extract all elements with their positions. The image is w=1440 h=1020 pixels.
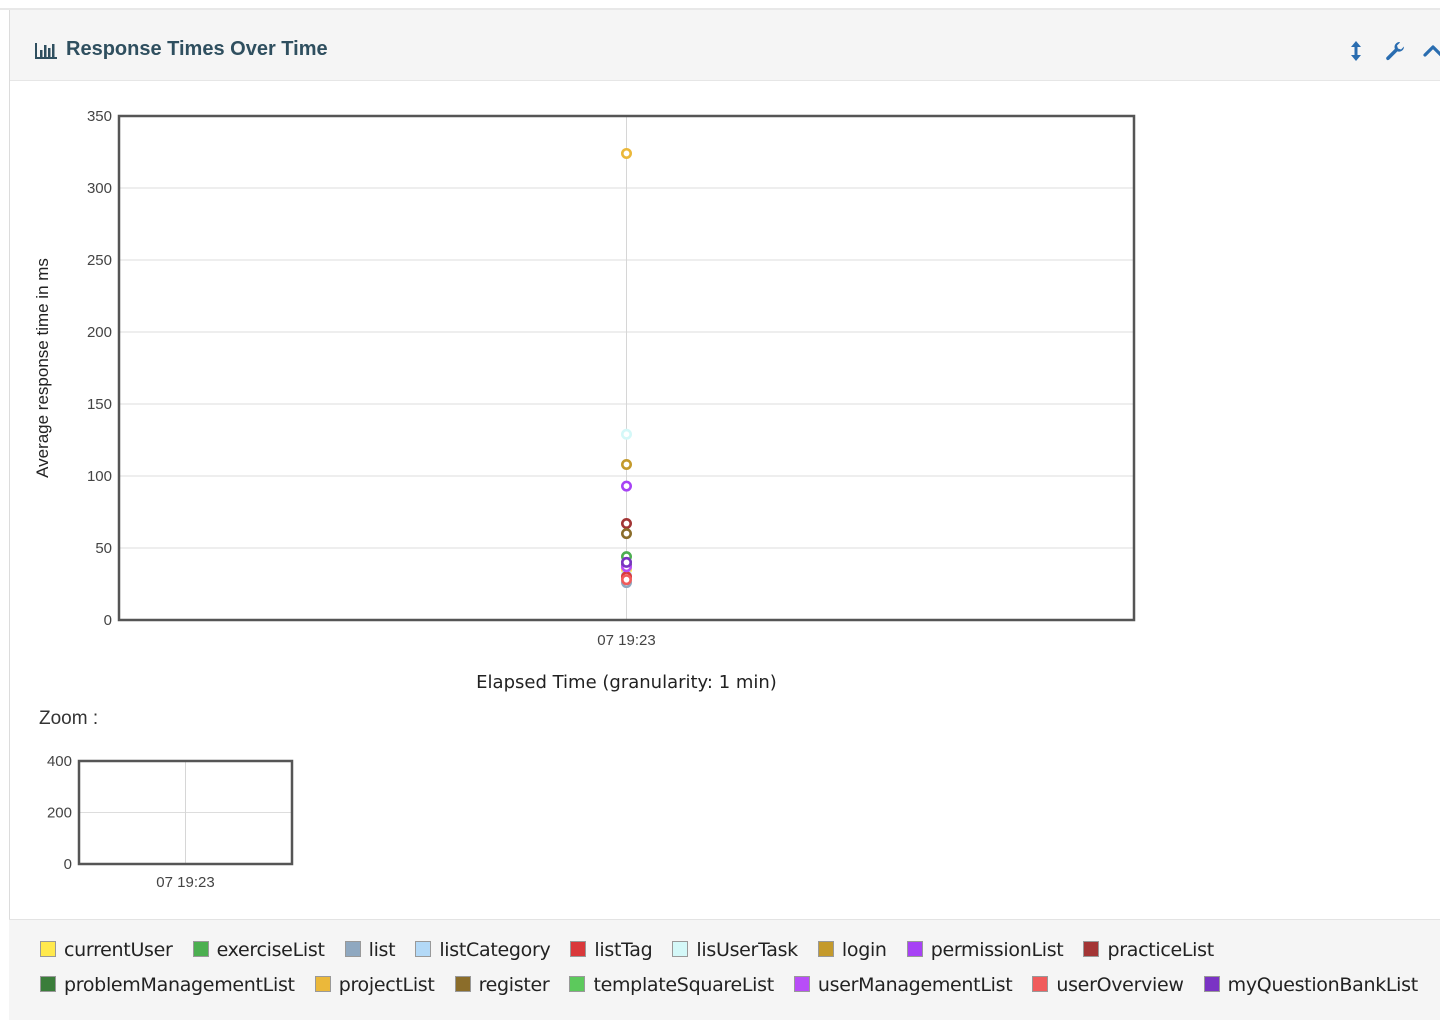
zoom-label: Zoom :: [39, 708, 99, 729]
data-point: [620, 458, 632, 470]
legend-swatch: [314, 976, 331, 992]
y-tick-label: 100: [87, 468, 112, 485]
x-axis-label: Elapsed Time (granularity: 1 min): [476, 672, 777, 693]
legend-item[interactable]: lisUserTask: [672, 939, 798, 961]
zoom-chart[interactable]: 0 200 400 07 19:23: [47, 753, 294, 891]
legend-item[interactable]: currentUser: [40, 939, 173, 961]
legend-item[interactable]: userManagementList: [793, 974, 1013, 996]
data-point: [620, 528, 632, 540]
legend-label: myQuestionBankList: [1227, 974, 1419, 996]
legend-swatch: [1083, 941, 1100, 957]
data-point: [620, 518, 632, 530]
legend-swatch: [906, 941, 923, 957]
legend-label: permissionList: [930, 939, 1064, 961]
legend-label: templateSquareList: [593, 974, 774, 996]
legend-label: practiceList: [1107, 939, 1214, 961]
legend-row: problemManagementList projectList register…: [40, 974, 1438, 996]
legend-item[interactable]: login: [817, 939, 887, 961]
y-tick-label: 200: [87, 324, 112, 341]
y-tick-label: 0: [104, 612, 112, 629]
y-tick-label: 50: [95, 540, 112, 557]
legend-item[interactable]: listTag: [570, 939, 653, 961]
zoom-y-tick-label: 0: [64, 856, 72, 873]
legend-swatch: [817, 941, 834, 957]
data-point: [620, 480, 632, 492]
data-point: [620, 574, 632, 586]
legend-label: login: [841, 939, 887, 961]
legend-item[interactable]: projectList: [314, 974, 435, 996]
y-tick-label: 250: [87, 252, 112, 269]
legend-item[interactable]: templateSquareList: [569, 974, 774, 996]
legend-item[interactable]: practiceList: [1083, 939, 1214, 961]
legend-swatch: [454, 976, 471, 992]
legend-item[interactable]: myQuestionBankList: [1203, 974, 1419, 996]
legend-item[interactable]: list: [344, 939, 396, 961]
zoom-y-tick-label: 400: [47, 753, 72, 770]
data-point: [620, 556, 632, 568]
legend-label: userOverview: [1056, 974, 1184, 996]
x-tick-label: 07 19:23: [597, 632, 655, 649]
legend-swatch: [1032, 976, 1049, 992]
chart-canvas: 0 50 100 150 200 250 300 350 07 19:23 Elapsed Tim…: [33, 108, 1136, 891]
legend-item[interactable]: listCategory: [415, 939, 551, 961]
legend-label: lisUserTask: [696, 939, 798, 961]
legend-label: currentUser: [64, 939, 173, 961]
legend-label: list: [368, 939, 396, 961]
legend-swatch: [40, 941, 56, 957]
legend-swatch: [672, 941, 689, 957]
data-point: [620, 428, 632, 440]
legend-swatch: [1203, 976, 1220, 992]
legend-label: listTag: [594, 939, 653, 961]
legend-item[interactable]: permissionList: [906, 939, 1064, 961]
legend-label: problemManagementList: [64, 974, 295, 996]
y-axis-label: Average response time in ms: [33, 258, 52, 478]
legend-swatch: [793, 976, 810, 992]
legend-swatch: [344, 941, 361, 957]
y-tick-label: 350: [87, 108, 112, 125]
legend-item[interactable]: register: [454, 974, 550, 996]
legend-swatch: [570, 941, 587, 957]
legend-label: listCategory: [439, 939, 551, 961]
legend-swatch: [569, 976, 586, 992]
legend-item[interactable]: exerciseList: [192, 939, 325, 961]
data-point: [620, 147, 632, 159]
legend-label: userManagementList: [817, 974, 1013, 996]
chart-legend: currentUser exerciseList list listCategory l…: [9, 919, 1440, 1020]
legend-row: currentUser exerciseList list listCategory l…: [40, 939, 1234, 961]
legend-label: register: [478, 974, 550, 996]
legend-swatch: [415, 941, 432, 957]
legend-item[interactable]: problemManagementList: [40, 974, 295, 996]
legend-label: exerciseList: [216, 939, 325, 961]
zoom-y-tick-label: 200: [47, 805, 72, 822]
legend-swatch: [40, 976, 56, 992]
legend-label: projectList: [338, 974, 435, 996]
y-tick-label: 150: [87, 396, 112, 413]
main-chart: 0 50 100 150 200 250 300 350 07 19:23 Elapsed Tim…: [33, 108, 1136, 693]
legend-swatch: [192, 941, 209, 957]
legend-item[interactable]: userOverview: [1032, 974, 1184, 996]
y-tick-label: 300: [87, 180, 112, 197]
zoom-x-tick-label: 07 19:23: [156, 874, 214, 891]
